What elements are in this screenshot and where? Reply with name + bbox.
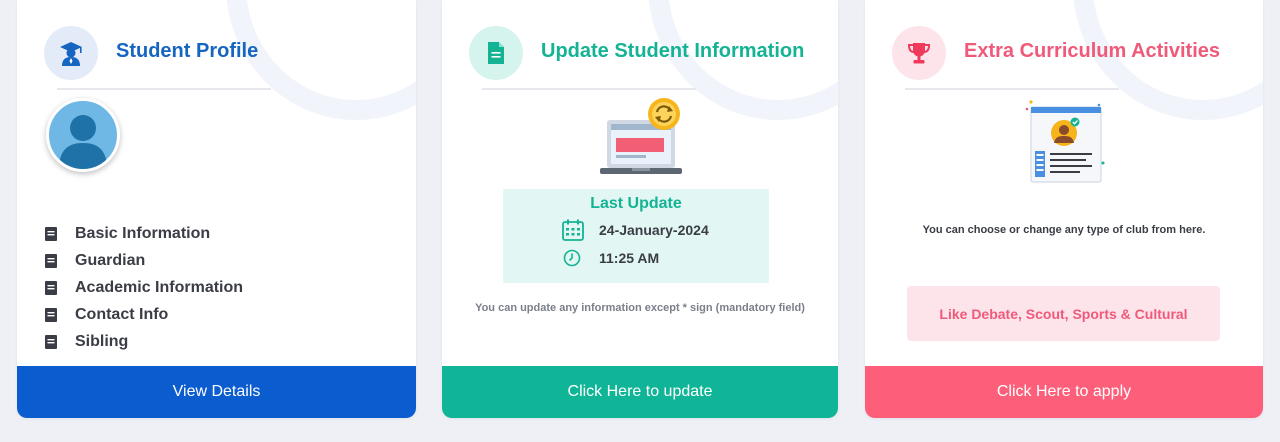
last-update-time: 11:25 AM (599, 250, 660, 266)
divider (482, 88, 696, 90)
calendar-icon (562, 219, 584, 241)
list-item-icon (45, 307, 57, 322)
menu-item-label: Guardian (75, 251, 146, 269)
menu-item-label: Academic Information (75, 278, 244, 296)
student-profile-card: Student Profile Basic Information Guardi… (17, 0, 416, 418)
last-update-date-row: 24-January-2024 (561, 218, 709, 242)
last-update-date: 24-January-2024 (599, 222, 709, 238)
graduate-icon (44, 26, 98, 80)
card-title: Extra Curriculum Activities (964, 40, 1221, 62)
update-student-card: Update Student Information Last Update 2… (442, 0, 838, 418)
last-update-time-row: 11:25 AM (563, 249, 659, 267)
last-update-panel: Last Update 24-January-2024 11:25 AM (503, 189, 769, 283)
extra-curriculum-card: Extra Curriculum Activities You can choo… (865, 0, 1263, 418)
menu-item-academic-information[interactable]: Academic Information (45, 274, 243, 301)
menu-item-label: Contact Info (75, 305, 169, 323)
document-icon (469, 26, 523, 80)
trophy-icon (892, 26, 946, 80)
clock-icon (563, 249, 581, 267)
club-profile-illustration (1025, 97, 1107, 185)
view-details-button[interactable]: View Details (17, 366, 416, 418)
click-here-to-update-button[interactable]: Click Here to update (442, 366, 838, 418)
divider (57, 88, 271, 90)
menu-item-contact-info[interactable]: Contact Info (45, 301, 243, 328)
profile-menu: Basic Information Guardian Academic Info… (45, 220, 243, 355)
card-title: Update Student Information (541, 40, 805, 62)
laptop-update-illustration (598, 96, 684, 178)
menu-item-label: Basic Information (75, 224, 211, 242)
club-examples-badge: Like Debate, Scout, Sports & Cultural (907, 286, 1220, 341)
avatar (46, 98, 120, 172)
list-item-icon (45, 253, 57, 268)
update-note: You can update any information except * … (475, 302, 805, 314)
menu-item-guardian[interactable]: Guardian (45, 247, 243, 274)
list-item-icon (45, 334, 57, 349)
card-title: Student Profile (116, 40, 259, 62)
menu-item-sibling[interactable]: Sibling (45, 328, 243, 355)
menu-item-label: Sibling (75, 332, 129, 350)
menu-item-basic-information[interactable]: Basic Information (45, 220, 243, 247)
divider (905, 88, 1119, 90)
list-item-icon (45, 226, 57, 241)
last-update-title: Last Update (590, 195, 682, 212)
list-item-icon (45, 280, 57, 295)
activities-note: You can choose or change any type of clu… (922, 224, 1206, 236)
click-here-to-apply-button[interactable]: Click Here to apply (865, 366, 1263, 418)
